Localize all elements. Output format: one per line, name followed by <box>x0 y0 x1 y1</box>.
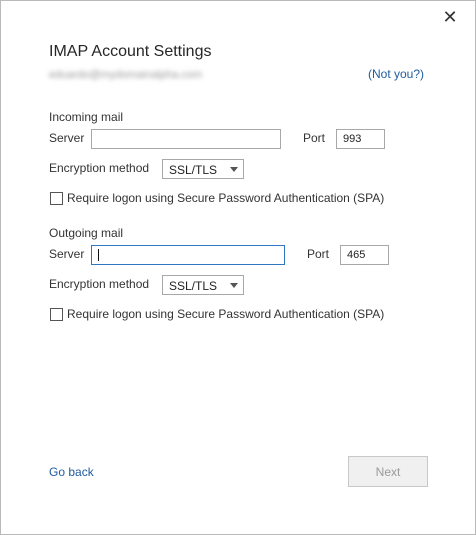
outgoing-encryption-label: Encryption method <box>49 277 150 291</box>
outgoing-server-input[interactable] <box>91 245 285 265</box>
close-icon[interactable]: ✕ <box>440 8 460 28</box>
text-caret <box>98 249 99 261</box>
chevron-down-icon <box>230 283 238 288</box>
incoming-server-label: Server <box>49 131 85 145</box>
incoming-port-input[interactable]: 993 <box>336 129 385 149</box>
incoming-spa-checkbox[interactable] <box>50 192 63 205</box>
account-email: eduardo@mydomainalpha.com <box>49 69 203 81</box>
incoming-port-label: Port <box>303 131 326 145</box>
outgoing-mail-heading: Outgoing mail <box>49 226 124 240</box>
outgoing-spa-checkbox[interactable] <box>50 308 63 321</box>
chevron-down-icon <box>230 167 238 172</box>
go-back-link[interactable]: Go back <box>49 465 94 479</box>
outgoing-encryption-value: SSL/TLS <box>169 279 218 293</box>
incoming-encryption-label: Encryption method <box>49 161 150 175</box>
incoming-encryption-select[interactable]: SSL/TLS <box>162 159 244 179</box>
not-you-link[interactable]: (Not you?) <box>368 67 424 81</box>
outgoing-encryption-select[interactable]: SSL/TLS <box>162 275 244 295</box>
next-button[interactable]: Next <box>348 456 428 487</box>
outgoing-spa-label[interactable]: Require logon using Secure Password Auth… <box>67 307 384 321</box>
incoming-mail-heading: Incoming mail <box>49 110 124 124</box>
outgoing-server-label: Server <box>49 247 85 261</box>
incoming-encryption-value: SSL/TLS <box>169 163 218 177</box>
imap-settings-dialog: ✕ IMAP Account Settings eduardo@mydomain… <box>0 0 476 535</box>
dialog-title: IMAP Account Settings <box>49 43 212 60</box>
outgoing-port-input[interactable]: 465 <box>340 245 389 265</box>
incoming-server-input[interactable] <box>91 129 281 149</box>
incoming-spa-label[interactable]: Require logon using Secure Password Auth… <box>67 191 384 205</box>
outgoing-port-label: Port <box>307 247 330 261</box>
